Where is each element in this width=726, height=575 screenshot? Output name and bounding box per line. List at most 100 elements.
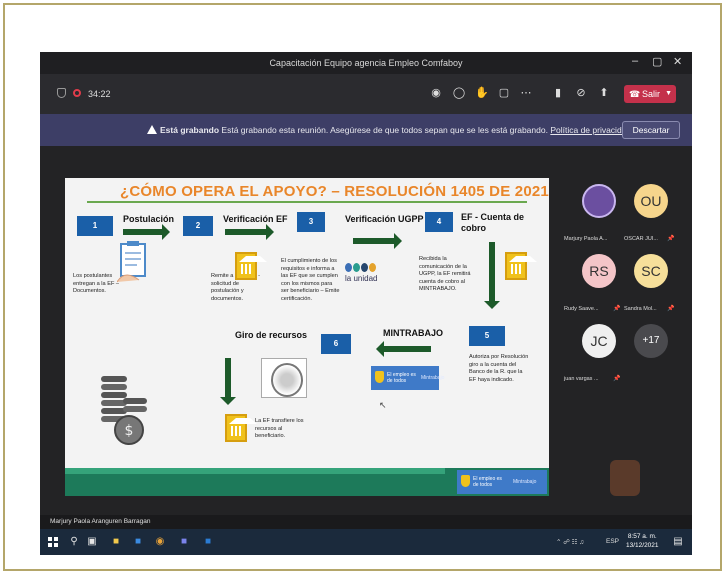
windows-taskbar: ⚲ ▣ ■ ■ ◉ ■ ■ ⌃ ☍ ☷ ♫ ESP 8:57 a. m. 13/… [40,529,692,555]
discard-button[interactable]: Descartar [622,121,680,139]
step-5-box: 5 [469,326,505,346]
cuenta-cobro-label: EF - Cuenta de cobro [461,212,525,233]
tray-icons[interactable]: ⌃ ☍ ☷ ♫ [556,538,584,546]
outer-frame: Capacitación Equipo agencia Empleo Comfa… [3,3,722,571]
warning-icon [147,125,157,134]
chevron-down-icon[interactable]: ▼ [665,85,672,103]
taskbar-clock[interactable]: 8:57 a. m. 13/12/2021 [626,532,659,550]
postulacion-label: Postulación [123,214,175,224]
giro-recursos-label: Giro de recursos [235,330,308,340]
search-icon[interactable]: ⚲ [68,536,80,548]
chat-icon[interactable]: ◯ [451,85,467,101]
recording-bold-text: Está grabando [160,125,220,135]
teams-icon[interactable]: ■ [178,536,190,548]
clock-time: 8:57 a. m. [627,533,657,540]
reactions-icon[interactable]: ✋ [474,85,490,101]
bank-icon [505,252,537,280]
chrome-icon[interactable]: ◉ [154,536,166,548]
footer-brand-logo: El empleo es de todos Mintrabajo [457,470,547,494]
mic-off-icon[interactable]: ⊘ [573,85,589,101]
avatar[interactable]: SC [634,254,668,288]
participant-name: OSCAR JUI... [624,236,658,242]
pin-icon[interactable]: 📌 [667,235,674,242]
pin-icon[interactable]: 📌 [613,305,620,312]
arrow-left [376,341,431,357]
colombia-shield-icon [375,371,384,383]
mouse-cursor-icon: ↖ [379,400,387,410]
arrow-right [123,224,170,240]
participant-name: Sandra Mol... [624,306,657,312]
footer-stripe [65,468,445,474]
bank-icon [235,252,267,280]
arrow-right [225,224,274,240]
avatar[interactable]: RS [582,254,616,288]
avatar[interactable]: JC [582,324,616,358]
brand-name: Mintrabajo [421,375,445,381]
meeting-stage: ¿CÓMO OPERA EL APOYO? – RESOLUCIÓN 1405 … [40,146,692,515]
step-3-text: El cumplimiento de los requisitos e info… [281,258,340,302]
ugpp-logo: la unidad [345,263,377,283]
ugpp-logo-text: la unidad [345,274,378,283]
colombia-shield-icon [461,475,470,487]
phone-icon: ☎ [629,89,641,99]
task-view-icon[interactable]: ▣ [86,536,98,548]
outlook-icon[interactable]: ■ [132,536,144,548]
recording-banner: Está grabando Está grabando esta reunión… [40,114,692,146]
mintrabajo-label: MINTRABAJO [383,328,443,338]
participant-name: juan vargas ... [564,376,599,382]
camera-off-icon[interactable]: ▮ [550,85,566,101]
step-6-text: La EF transfiere los recursos al benefic… [255,418,304,439]
word-icon[interactable]: ■ [202,536,214,548]
shared-slide: ¿CÓMO OPERA EL APOYO? – RESOLUCIÓN 1405 … [65,178,549,496]
share-screen-icon[interactable]: ⬆ [596,85,612,101]
verificacion-ef-label: Verificación EF [223,214,288,224]
language-indicator[interactable]: ESP [606,538,619,545]
bank-icon [225,414,257,442]
recording-icon [73,89,81,97]
step-4-box: 4 [425,212,453,232]
step-2-box: 2 [183,216,213,236]
leave-button[interactable]: ☎ Salir ▼ [624,85,676,103]
svg-text:$: $ [125,423,134,439]
clock-date: 13/12/2021 [626,542,659,549]
more-participants-button[interactable]: +17 [634,324,668,358]
title-underline [87,201,527,203]
window-titlebar: Capacitación Equipo agencia Empleo Comfa… [40,52,692,74]
step-5-text: Autoriza por Resolución giro a la cuenta… [469,354,529,383]
avatar-photo[interactable] [582,184,616,218]
minimize-button[interactable]: – [632,55,638,67]
window-title: Capacitación Equipo agencia Empleo Comfa… [269,58,463,68]
presenter-name: Marjury Paola Aranguren Barragan [40,515,692,529]
close-button[interactable]: ✕ [673,55,682,68]
rooms-icon[interactable]: ▢ [496,85,512,101]
banco-republica-seal [261,358,307,398]
participants-icon[interactable]: ◉ [428,85,444,101]
participant-name: Rudy Saave... [564,306,599,312]
file-explorer-icon[interactable]: ■ [110,536,122,548]
self-video-thumbnail[interactable] [610,460,640,496]
slide-footer: El empleo es de todos Mintrabajo [65,468,549,496]
pin-icon[interactable]: 📌 [613,375,620,382]
mintrabajo-logo: El empleo es de todos Mintrabajo [371,366,444,390]
participant-name: Marjury Paola A... [564,236,608,242]
more-options-icon[interactable]: ⋯ [518,85,534,101]
meeting-timer: 34:22 [88,89,111,99]
leave-label: Salir [642,89,661,99]
windows-start-icon[interactable] [48,537,58,547]
arrow-down [220,358,236,405]
notifications-icon[interactable]: ▤ [672,536,684,548]
avatar[interactable]: OU [634,184,668,218]
step-6-box: 6 [321,334,351,354]
shield-icon [57,88,66,98]
maximize-button[interactable]: ▢ [652,55,662,68]
step-4-text: Recibida la comunicación de la UGPP, la … [419,256,471,292]
slide-title: ¿CÓMO OPERA EL APOYO? – RESOLUCIÓN 1405 … [120,183,549,200]
brand-slogan: El empleo es de todos [387,372,416,384]
arrow-down [484,242,500,309]
pin-icon[interactable]: 📌 [667,305,674,312]
privacy-policy-link[interactable]: Política de privacidad [550,125,631,135]
meeting-toolbar: 34:22 ◉ ◯ ✋ ▢ ⋯ ▮ ⊘ ⬆ ☎ Salir ▼ [40,74,692,114]
step-1-text: Los postulantes entregan a la EF – Docum… [73,273,120,294]
teams-meeting-window: Capacitación Equipo agencia Empleo Comfa… [40,52,692,555]
arrow-right [353,233,402,249]
